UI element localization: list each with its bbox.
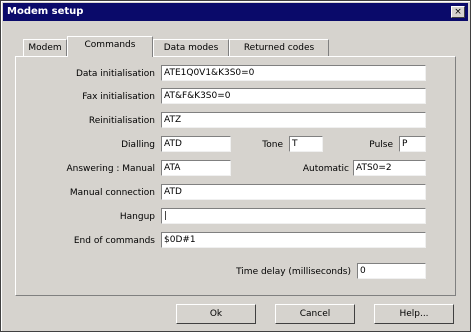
hangup-label: Hangup [119,212,155,222]
data-initialisation-field[interactable]: ATE1Q0V1&K3S0=0 [161,65,426,81]
tab-data-modes[interactable]: Data modes [153,39,229,56]
hangup-field[interactable]: | [161,208,426,224]
answering-manual-field[interactable]: ATA [161,160,231,176]
automatic-label: Automatic [302,164,349,174]
dialling-label: Dialling [121,140,155,150]
answering-manual-label: Answering : Manual [66,164,155,174]
end-of-commands-label: End of commands [73,236,155,246]
pulse-field[interactable]: P [399,136,426,152]
title-bar: Modem setup × [3,3,468,21]
time-delay-field[interactable]: 0 [357,263,426,279]
dialling-field[interactable]: ATD [161,136,231,152]
data-initialisation-label: Data initialisation [75,69,155,79]
tab-modem[interactable]: Modem [23,39,67,56]
modem-setup-window: Modem setup × Modem Commands Data modes … [0,0,471,332]
close-icon: × [454,7,462,17]
window-title: Modem setup [7,6,84,17]
time-delay-label: Time delay (milliseconds) [236,267,351,277]
manual-connection-label: Manual connection [69,188,155,198]
manual-connection-field[interactable]: ATD [161,184,426,200]
ok-button[interactable]: Ok [176,304,256,324]
reinitialisation-field[interactable]: ATZ [161,112,426,128]
tone-label: Tone [262,140,283,150]
reinitialisation-label: Reinitialisation [88,116,155,126]
pulse-label: Pulse [369,140,393,150]
tab-returned-codes[interactable]: Returned codes [229,39,329,56]
help-button[interactable]: Help... [374,304,454,324]
fax-initialisation-field[interactable]: AT&F&K3S0=0 [161,88,426,104]
tone-field[interactable]: T [289,136,323,152]
cancel-button[interactable]: Cancel [275,304,355,324]
fax-initialisation-label: Fax initialisation [82,92,155,102]
end-of-commands-field[interactable]: $0D#1 [161,232,426,248]
tab-commands[interactable]: Commands [67,36,153,57]
automatic-field[interactable]: ATS0=2 [353,160,426,176]
close-button[interactable]: × [451,6,465,18]
